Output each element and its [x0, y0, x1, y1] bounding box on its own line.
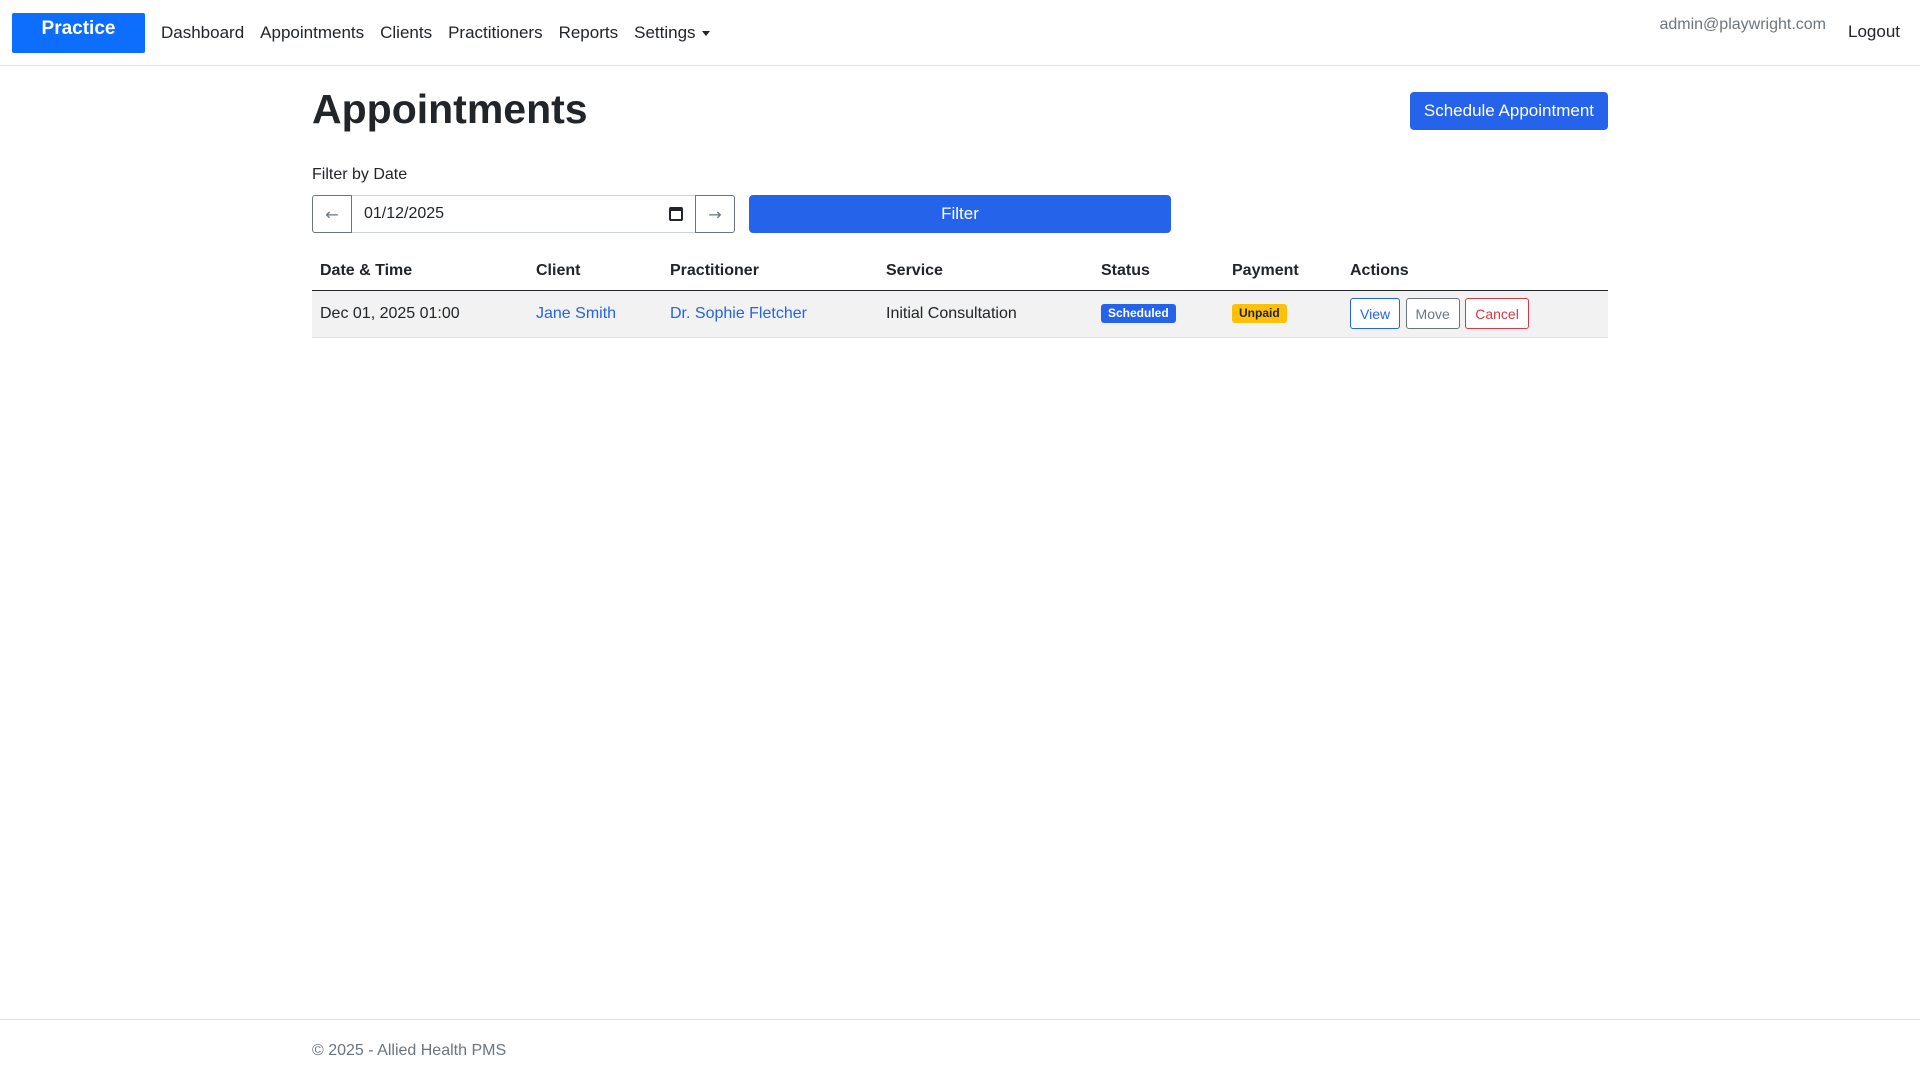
view-button[interactable]: View — [1350, 298, 1401, 329]
cell-actions: View Move Cancel — [1342, 290, 1608, 338]
table-header-row: Date & Time Client Practitioner Service … — [312, 252, 1608, 291]
cell-status: Scheduled — [1093, 290, 1224, 338]
table-row: Dec 01, 2025 01:00 Jane Smith Dr. Sophie… — [312, 290, 1608, 338]
header-actions: Actions — [1342, 252, 1608, 291]
client-link[interactable]: Jane Smith — [536, 305, 616, 322]
header-practitioner: Practitioner — [662, 252, 878, 291]
nav-clients[interactable]: Clients — [372, 23, 440, 43]
header-status: Status — [1093, 252, 1224, 291]
calendar-icon[interactable] — [669, 207, 683, 221]
nav-settings-dropdown[interactable]: Settings — [626, 23, 717, 43]
footer-copyright: © 2025 - Allied Health PMS — [312, 1042, 507, 1059]
header-service: Service — [878, 252, 1093, 291]
logout-link[interactable]: Logout — [1848, 22, 1900, 42]
filter-button[interactable]: Filter — [749, 195, 1171, 233]
page-title: Appointments — [312, 86, 588, 132]
top-navbar: Practice Dashboard Appointments Clients … — [0, 0, 1920, 66]
payment-badge: Unpaid — [1232, 304, 1287, 323]
practitioner-link[interactable]: Dr. Sophie Fletcher — [670, 305, 807, 322]
status-badge: Scheduled — [1101, 304, 1176, 323]
nav-dashboard[interactable]: Dashboard — [153, 23, 252, 43]
previous-date-button[interactable]: ← — [312, 195, 352, 233]
date-filter-group: ← 01/12/2025 → — [312, 195, 735, 233]
cell-client: Jane Smith — [528, 290, 662, 338]
cell-date-time: Dec 01, 2025 01:00 — [312, 290, 528, 338]
chevron-down-icon — [701, 31, 710, 37]
appointments-table: Date & Time Client Practitioner Service … — [312, 252, 1608, 338]
cell-payment: Unpaid — [1224, 290, 1342, 338]
nav-links: Dashboard Appointments Clients Practitio… — [153, 19, 718, 47]
cell-practitioner: Dr. Sophie Fletcher — [662, 290, 878, 338]
nav-practitioners[interactable]: Practitioners — [440, 23, 550, 43]
nav-settings-label: Settings — [634, 23, 696, 42]
page-footer: © 2025 - Allied Health PMS — [0, 1019, 1920, 1080]
date-input-value: 01/12/2025 — [364, 205, 445, 222]
cell-service: Initial Consultation — [878, 290, 1093, 338]
schedule-appointment-button[interactable]: Schedule Appointment — [1409, 92, 1608, 130]
cancel-button[interactable]: Cancel — [1465, 298, 1529, 329]
move-button[interactable]: Move — [1405, 298, 1460, 329]
user-email: admin@playwright.com — [1659, 16, 1826, 33]
brand-button[interactable]: Practice — [12, 13, 145, 53]
filter-date-label: Filter by Date — [312, 166, 408, 183]
header-client: Client — [528, 252, 662, 291]
next-date-button[interactable]: → — [695, 195, 735, 233]
header-payment: Payment — [1224, 252, 1342, 291]
date-input[interactable]: 01/12/2025 — [352, 195, 695, 233]
header-date-time: Date & Time — [312, 252, 528, 291]
nav-appointments[interactable]: Appointments — [252, 23, 372, 43]
nav-reports[interactable]: Reports — [551, 23, 627, 43]
